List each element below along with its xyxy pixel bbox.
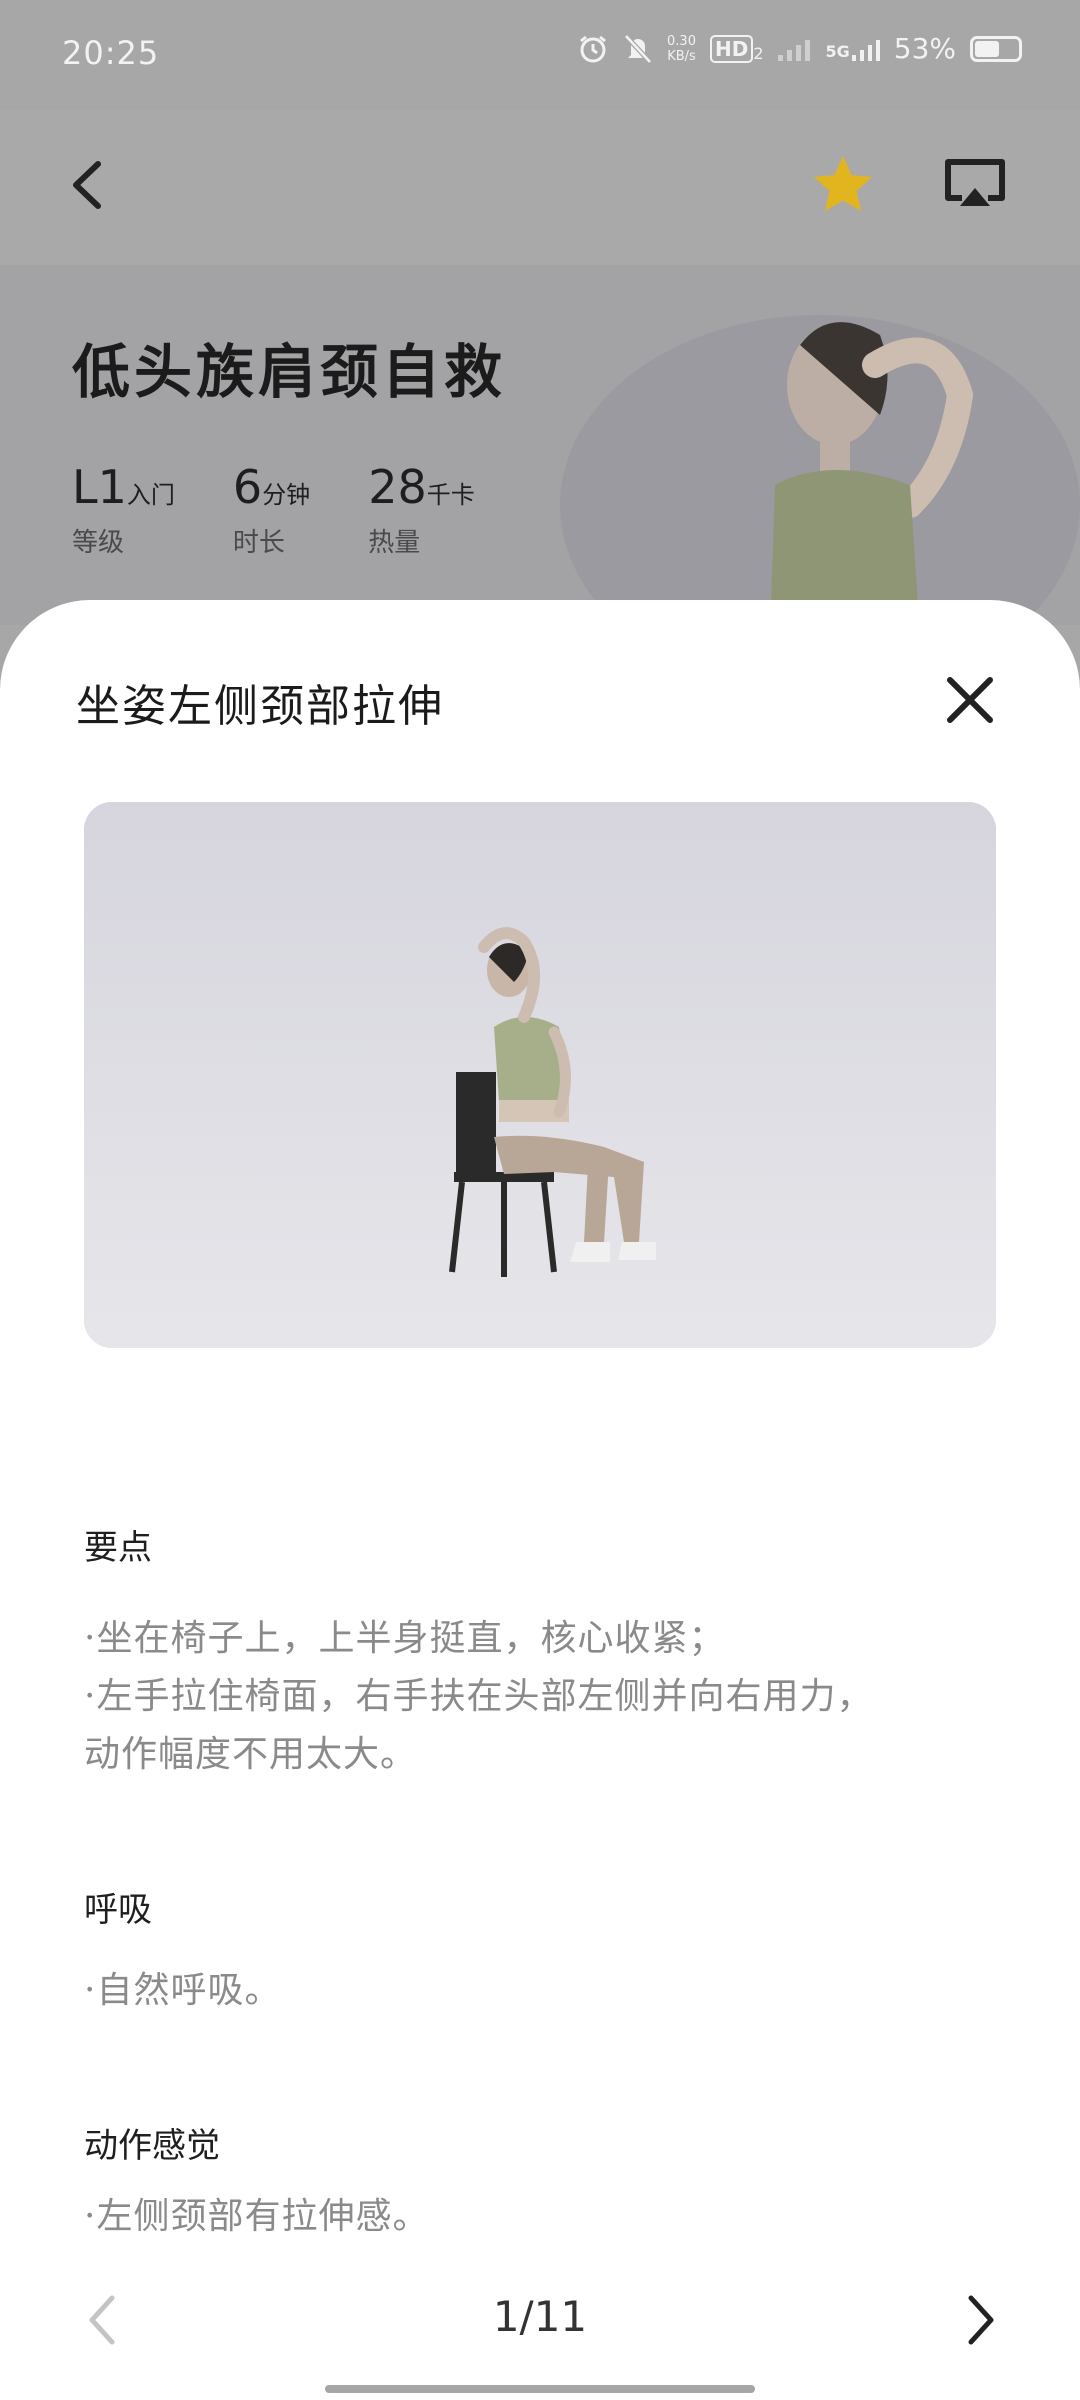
close-button[interactable] [940, 670, 1000, 730]
signal-weak-icon [777, 39, 810, 61]
section-body-feeling: ·左侧颈部有拉伸感。 [84, 2188, 1004, 2246]
status-icons: 0.30 KB/s HD 2 5G 53% [577, 32, 1022, 65]
hd-badge: HD 2 [709, 34, 764, 63]
stat-duration-unit: 分钟 [262, 481, 311, 509]
stat-level: L1入门 等级 [72, 460, 175, 559]
star-icon [814, 156, 872, 211]
hd-label: HD [709, 34, 754, 63]
stat-calories: 28千卡 热量 [368, 460, 475, 559]
page-indicator: 1/11 [492, 2292, 588, 2341]
exercise-title: 坐姿左侧颈部拉伸 [76, 681, 444, 732]
exercise-pager: 1/11 [0, 2280, 1080, 2360]
section-heading-breathing: 呼吸 [84, 1890, 152, 1930]
favorite-button[interactable] [808, 150, 878, 220]
course-hero: 低头族肩颈自救 L1入门 等级 6分钟 时长 28千卡 热量 [0, 265, 1080, 625]
stat-duration-label: 时长 [232, 528, 285, 558]
stat-level-value: L1 [72, 460, 127, 514]
key-point-line: 动作幅度不用太大。 [84, 1734, 418, 1775]
chevron-right-icon [968, 2295, 994, 2345]
stat-duration: 6分钟 时长 [233, 460, 310, 559]
stat-calories-unit: 千卡 [426, 481, 475, 509]
screen-cast-icon [945, 159, 1005, 206]
network-5g: 5G [826, 37, 880, 61]
battery-percent: 53% [893, 32, 956, 65]
exercise-demo-illustration [84, 802, 996, 1348]
section-heading-key-points: 要点 [84, 1528, 152, 1568]
home-indicator[interactable] [325, 2385, 755, 2393]
net-speed-unit: KB/s [667, 48, 696, 64]
course-title: 低头族肩颈自救 [72, 338, 507, 406]
section-body-key-points: ·坐在椅子上，上半身挺直，核心收紧； ·左手拉住椅面，右手扶在头部左侧并向右用力… [84, 1610, 1004, 1784]
exercise-video[interactable] [84, 802, 996, 1348]
hd-sub: 2 [753, 43, 764, 63]
hero-model-illustration [770, 322, 974, 625]
stat-duration-value: 6 [232, 460, 263, 514]
net-speed-value: 0.30 [667, 33, 696, 49]
net-speed: 0.30 KB/s [667, 34, 696, 64]
chevron-left-icon [73, 161, 101, 209]
section-heading-feeling: 动作感觉 [84, 2126, 220, 2166]
status-bar: 20:25 0.30 KB/s HD 2 5G 53% [0, 0, 1080, 110]
stat-level-label: 等级 [72, 528, 125, 558]
back-button[interactable] [60, 150, 120, 220]
status-time: 20:25 [62, 34, 160, 72]
stat-calories-label: 热量 [368, 528, 421, 558]
course-stats: L1入门 等级 6分钟 时长 28千卡 热量 [72, 460, 475, 559]
stat-level-unit: 入门 [126, 481, 175, 509]
battery-icon [970, 35, 1022, 62]
cast-button[interactable] [940, 152, 1010, 218]
stat-calories-value: 28 [368, 460, 427, 514]
feeling-line: ·左侧颈部有拉伸感。 [84, 2196, 430, 2237]
mute-icon [624, 33, 652, 64]
alarm-icon [580, 35, 606, 62]
close-icon [947, 677, 993, 723]
breathing-line: ·自然呼吸。 [84, 1970, 282, 2011]
key-point-line: ·左手拉住椅面，右手扶在头部左侧并向右用力， [84, 1676, 874, 1717]
next-button[interactable] [955, 2290, 1005, 2350]
section-body-breathing: ·自然呼吸。 [84, 1962, 1004, 2020]
exercise-detail-sheet: 坐姿左侧颈部拉伸 要点 ·坐在椅子上，上半身挺直，核心收紧； ·左手拉住椅面，右… [0, 600, 1080, 2400]
signal-strong-icon [851, 39, 880, 61]
top-app-bar [0, 110, 1080, 265]
key-point-line: ·坐在椅子上，上半身挺直，核心收紧； [84, 1618, 726, 1659]
network-label: 5G [825, 41, 850, 61]
